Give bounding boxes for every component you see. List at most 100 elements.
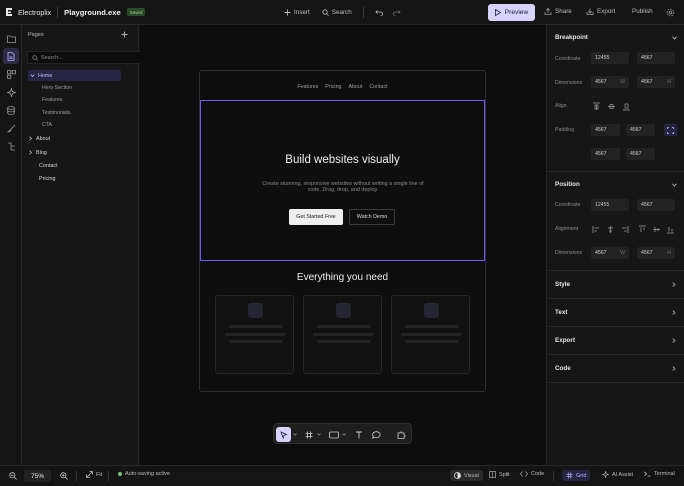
- components-icon[interactable]: [3, 66, 19, 82]
- feature-card[interactable]: [215, 295, 294, 374]
- file-name[interactable]: Playground.exe: [64, 8, 121, 17]
- brush-icon[interactable]: [3, 120, 19, 136]
- position-width-input[interactable]: 4567 W: [591, 247, 629, 259]
- align-bottom-icon[interactable]: [666, 225, 675, 234]
- zoom-in-icon[interactable]: [60, 472, 68, 480]
- tree-item-blog[interactable]: Blog: [28, 147, 47, 158]
- frame-tool[interactable]: [301, 427, 316, 442]
- split-mode-tab[interactable]: Split: [489, 471, 510, 478]
- preview-nav-link[interactable]: About: [349, 84, 363, 90]
- preview-nav-link[interactable]: Contact: [369, 84, 387, 90]
- export-button[interactable]: Export: [586, 8, 615, 15]
- assets-icon[interactable]: [3, 84, 19, 100]
- tree-item-contact[interactable]: Contact: [39, 160, 58, 171]
- pages-icon[interactable]: [3, 48, 19, 64]
- align-left-icon[interactable]: [592, 225, 601, 234]
- chevron-down-icon[interactable]: [293, 433, 297, 436]
- folder-icon[interactable]: [3, 31, 19, 47]
- preview-nav-link[interactable]: Pricing: [325, 84, 341, 90]
- position-y-input[interactable]: 4567: [637, 199, 675, 211]
- chevron-down-icon[interactable]: [342, 433, 346, 436]
- tree-item-pricing[interactable]: Pricing: [39, 173, 55, 184]
- breakpoint-section-title[interactable]: Breakpoint: [555, 34, 588, 41]
- get-started-button[interactable]: Get Started Free: [289, 209, 343, 225]
- logic-icon[interactable]: [3, 138, 19, 154]
- chevron-down-icon[interactable]: [672, 183, 677, 187]
- text-section-title[interactable]: Text: [555, 309, 567, 316]
- feature-card[interactable]: [303, 295, 382, 374]
- tree-item-testimonials[interactable]: Testimonials: [42, 110, 71, 116]
- tree-item-features[interactable]: Features: [42, 97, 62, 103]
- tree-item-label: Contact: [39, 162, 58, 169]
- zoom-out-icon[interactable]: [9, 472, 17, 480]
- padding-right-input[interactable]: 4567: [626, 124, 655, 136]
- database-icon[interactable]: [3, 102, 19, 118]
- page-frame[interactable]: Features Pricing About Contact Build web…: [199, 70, 486, 392]
- style-section-title[interactable]: Style: [555, 281, 570, 288]
- padding-top-input[interactable]: 4567: [591, 124, 620, 136]
- select-tool[interactable]: [276, 427, 291, 442]
- padding-bottom-input[interactable]: 4567: [591, 148, 620, 160]
- text-tool[interactable]: [351, 427, 366, 442]
- chevron-down-icon[interactable]: [317, 433, 321, 436]
- preview-button[interactable]: Preview: [488, 4, 535, 21]
- align-middle-icon[interactable]: [652, 225, 661, 234]
- preview-nav: Features Pricing About Contact: [200, 84, 485, 90]
- share-button[interactable]: Share: [544, 8, 572, 15]
- app-logo[interactable]: Electroplix: [4, 7, 51, 17]
- position-x-input[interactable]: 12455: [591, 199, 629, 211]
- insert-button[interactable]: Insert: [284, 9, 310, 16]
- search-button[interactable]: Search: [322, 9, 352, 16]
- tree-item-label: Home: [38, 72, 53, 79]
- chevron-right-icon[interactable]: [672, 338, 676, 343]
- align-bottom-icon[interactable]: [622, 102, 631, 111]
- code-section-title[interactable]: Code: [555, 365, 571, 372]
- settings-gear-icon[interactable]: [666, 8, 675, 17]
- zoom-level[interactable]: 75%: [24, 470, 51, 482]
- height-input[interactable]: 4567 H: [637, 76, 675, 88]
- tree-item-cta[interactable]: CTA: [42, 122, 52, 128]
- tree-item-about[interactable]: About: [28, 133, 50, 144]
- add-page-plus-icon[interactable]: [121, 31, 128, 38]
- ai-assist-button[interactable]: AI Assist: [602, 471, 633, 478]
- autosave-status: Auto-saving active: [118, 471, 170, 477]
- align-center-icon[interactable]: [607, 102, 616, 111]
- position-height-input[interactable]: 4567 H: [637, 247, 675, 259]
- publish-button[interactable]: Publish: [632, 8, 653, 15]
- terminal-button[interactable]: Terminal: [644, 471, 675, 477]
- export-section-title[interactable]: Export: [555, 337, 575, 344]
- redo-icon[interactable]: [392, 9, 401, 16]
- chevron-right-icon[interactable]: [672, 282, 676, 287]
- chevron-right-icon: [28, 150, 33, 155]
- watch-demo-button[interactable]: Watch Demo: [349, 209, 395, 225]
- grid-toggle[interactable]: Grid: [562, 470, 591, 481]
- visual-mode-tab[interactable]: Visual: [450, 470, 483, 481]
- chevron-down-icon[interactable]: [672, 36, 677, 40]
- align-right-icon[interactable]: [620, 225, 629, 234]
- undo-icon[interactable]: [375, 9, 383, 16]
- preview-nav-link[interactable]: Features: [297, 84, 318, 90]
- tree-item-home[interactable]: Home: [28, 70, 121, 81]
- coordinate-x-input[interactable]: 12455: [591, 52, 629, 64]
- plugins-tool[interactable]: [394, 427, 409, 442]
- fit-button[interactable]: Fit: [86, 471, 102, 478]
- position-section-title[interactable]: Position: [555, 181, 580, 188]
- align-center-h-icon[interactable]: [606, 225, 615, 234]
- tree-item-hero-section[interactable]: Hero Section: [42, 85, 72, 91]
- comment-tool[interactable]: [369, 427, 384, 442]
- chevron-right-icon[interactable]: [672, 310, 676, 315]
- pages-search-input[interactable]: Search...: [27, 51, 155, 64]
- coordinate-y-input[interactable]: 4567: [637, 52, 675, 64]
- hero-section-selected[interactable]: Build websites visually Create stunning,…: [200, 100, 485, 261]
- padding-left-input[interactable]: 4567: [626, 148, 655, 160]
- width-input[interactable]: 4567 W: [591, 76, 629, 88]
- divider: [553, 471, 554, 481]
- align-top-icon[interactable]: [638, 225, 647, 234]
- code-mode-tab[interactable]: Code: [520, 471, 544, 477]
- dimensions-label: Dimensions: [555, 80, 583, 86]
- rectangle-tool[interactable]: [326, 427, 341, 442]
- chevron-right-icon[interactable]: [672, 366, 676, 371]
- link-padding-icon[interactable]: [664, 124, 677, 136]
- align-top-icon[interactable]: [592, 102, 601, 111]
- feature-card[interactable]: [391, 295, 470, 374]
